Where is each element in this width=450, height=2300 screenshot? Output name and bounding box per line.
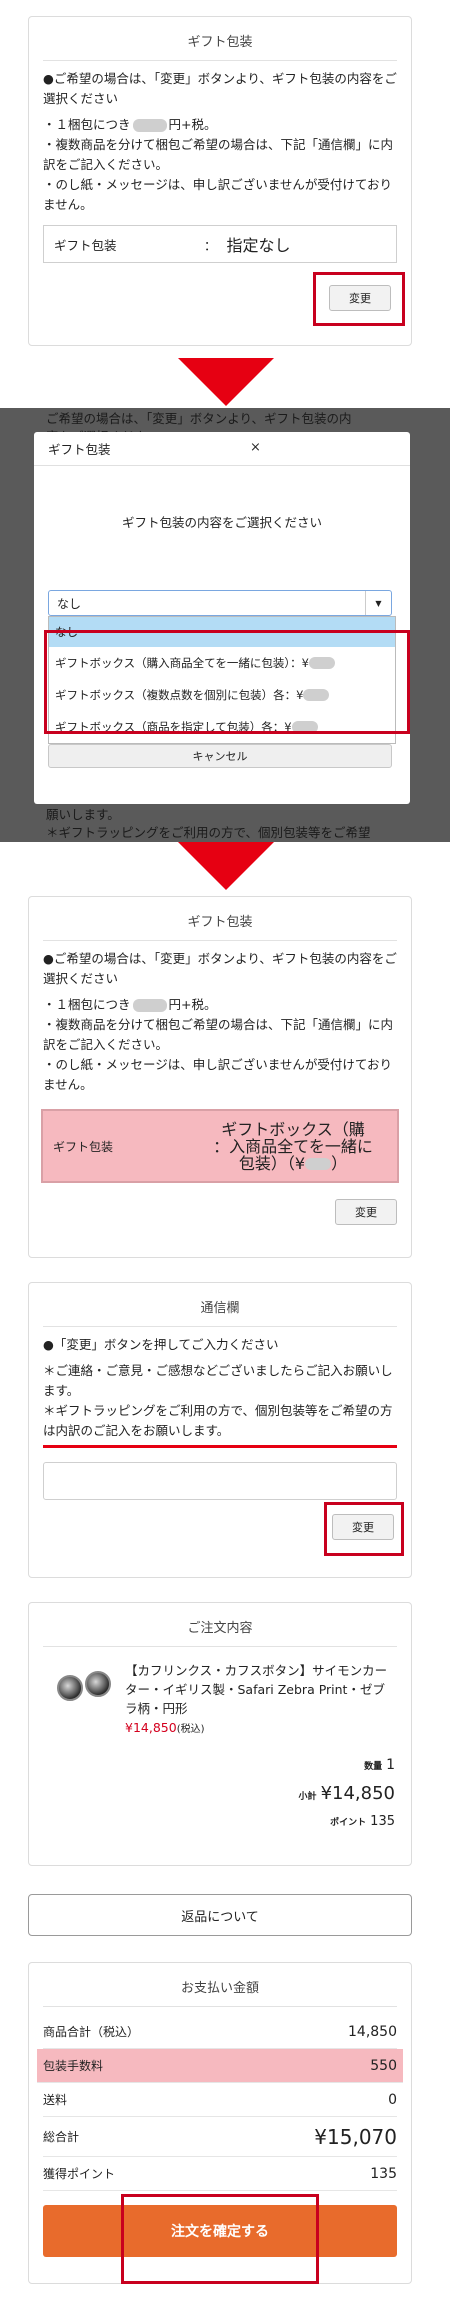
chevron-down-icon[interactable]: ▼ xyxy=(365,591,391,615)
redacted-price xyxy=(305,1158,332,1170)
row-label: 包装手数料 xyxy=(43,2059,104,2073)
highlight-frame-confirm xyxy=(121,2194,319,2284)
row-value: 0 xyxy=(388,2091,397,2108)
subtotal-line: 小計 ¥14,850 xyxy=(29,1783,411,1804)
comm-title: 通信欄 xyxy=(43,1283,397,1327)
product-row: 【カフリンクス・カフスボタン】サイモンカーター・イギリス製・Safari Zeb… xyxy=(29,1647,411,1739)
modal-title: ギフト包装 xyxy=(48,442,111,457)
highlight-frame-change-2 xyxy=(324,1502,404,1556)
redacted-price xyxy=(132,999,167,1012)
gift-wrap-title: ギフト包装 xyxy=(43,17,397,61)
down-arrow-icon xyxy=(178,358,274,406)
quantity-line: 数量 1 xyxy=(29,1757,411,1773)
modal-header: ギフト包装 × xyxy=(34,432,410,466)
gift-wrap-field-value: ギフトボックス（購 ：入商品全てを一緒に 包装）（¥ ） xyxy=(213,1121,373,1172)
note-price-prefix: ・１梱包につき xyxy=(43,117,131,132)
payment-title: お支払い金額 xyxy=(43,1963,397,2007)
row-label: 獲得ポイント xyxy=(43,2167,116,2181)
row-label: 商品合計（税込） xyxy=(43,2025,140,2039)
product-name[interactable]: 【カフリンクス・カフスボタン】サイモンカーター・イギリス製・Safari Zeb… xyxy=(125,1661,397,1718)
close-icon[interactable]: × xyxy=(250,440,261,455)
value-line-1: ギフトボックス（購 xyxy=(221,1119,365,1139)
row-value: 550 xyxy=(370,2057,397,2074)
cufflink-left xyxy=(57,1675,83,1701)
order-title: ご注文内容 xyxy=(43,1603,397,1647)
gift-wrap-note-price: ・１梱包につき 円+税。 ・複数商品を分けて梱包ご希望の場合は、下記「通信欄」に内… xyxy=(43,115,397,215)
value-line-3: 包装）（¥ ） xyxy=(213,1155,373,1172)
subtotal-value: ¥14,850 xyxy=(320,1783,395,1804)
comm-line-1: ＊ご連絡・ご意見・ご感想などございましたらご記入お願いします。 xyxy=(43,1363,393,1398)
price-value: ¥14,850 xyxy=(125,1720,177,1735)
gift-wrap-intro: ●ご希望の場合は、「変更」ボタンより、ギフト包装の内容をご選択ください xyxy=(43,951,397,986)
note-price-suffix: 円+税。 xyxy=(168,117,217,132)
gift-wrap-field-value: 指定なし xyxy=(226,236,291,255)
gift-wrap-field-label: ギフト包装 xyxy=(54,237,117,253)
note-price-prefix: ・１梱包につき xyxy=(43,997,131,1012)
gift-wrap-note-noshi: ・のし紙・メッセージは、申し訳ございませんが受付けておりません。 xyxy=(43,177,393,212)
gift-wrap-intro: ●ご希望の場合は、「変更」ボタンより、ギフト包装の内容をご選択ください xyxy=(43,71,397,106)
gift-wrap-description: ●ご希望の場合は、「変更」ボタンより、ギフト包装の内容をご選択ください ・１梱包… xyxy=(29,941,411,1095)
subtotal-label: 小計 xyxy=(298,1792,317,1802)
product-image[interactable] xyxy=(43,1661,125,1721)
highlight-frame-change-1 xyxy=(313,272,405,326)
value-line-3-end: ） xyxy=(331,1153,348,1173)
gift-wrap-change-button[interactable]: 変更 xyxy=(335,1199,397,1225)
background-text-1: ご希望の場合は、「変更」ボタンより、ギフト包装の内 xyxy=(46,411,352,426)
select-value: なし xyxy=(57,596,82,611)
row-label: 総合計 xyxy=(43,2130,80,2144)
comm-description: ●「変更」ボタンを押してご入力ください ＊ご連絡・ご意見・ご感想などございました… xyxy=(29,1327,411,1441)
price-tax-label: (税込) xyxy=(176,1724,205,1735)
row-value: 14,850 xyxy=(348,2023,397,2040)
highlight-frame-options xyxy=(44,630,410,734)
gift-wrap-field-highlighted: ギフト包装 ギフトボックス（購 ：入商品全てを一緒に 包装）（¥ ） xyxy=(41,1109,399,1183)
down-arrow-icon xyxy=(178,842,274,890)
gift-wrap-select[interactable]: なし ▼ xyxy=(48,590,392,616)
product-info: 【カフリンクス・カフスボタン】サイモンカーター・イギリス製・Safari Zeb… xyxy=(125,1661,397,1739)
payment-row-wrap-fee: 包装手数料 550 xyxy=(37,2049,403,2083)
comm-line-2: ＊ギフトラッピングをご利用の方で、個別包装等をご希望の方は内訳のご記入をお願いし… xyxy=(43,1403,393,1438)
modal-overlay: ご希望の場合は、「変更」ボタンより、ギフト包装の内 容をご選択ください 願いしま… xyxy=(0,408,450,842)
red-underline xyxy=(43,1445,397,1448)
gift-wrap-card-selected: ギフト包装 ●ご希望の場合は、「変更」ボタンより、ギフト包装の内容をご選択くださ… xyxy=(28,896,412,1258)
gift-wrap-note-price: ・１梱包につき 円+税。 ・複数商品を分けて梱包ご希望の場合は、下記「通信欄」に内… xyxy=(43,995,397,1095)
payment-row-points: 獲得ポイント 135 xyxy=(43,2157,397,2191)
modal-message: ギフト包装の内容をご選択ください xyxy=(121,515,322,530)
points-label: ポイント xyxy=(330,1818,367,1828)
value-line-2: ：入商品全てを一緒に xyxy=(213,1136,373,1156)
gift-wrap-note-split: ・複数商品を分けて梱包ご希望の場合は、下記「通信欄」に内訳をご記入ください。 xyxy=(43,137,394,172)
gift-wrap-title: ギフト包装 xyxy=(43,897,397,941)
modal-cancel-button[interactable]: キャンセル xyxy=(48,744,392,768)
returns-button[interactable]: 返品について xyxy=(28,1894,412,1936)
product-price: ¥14,850(税込) xyxy=(125,1718,397,1739)
gift-wrap-note-noshi: ・のし紙・メッセージは、申し訳ございませんが受付けておりません。 xyxy=(43,1057,393,1092)
points-line: ポイント 135 xyxy=(29,1814,411,1829)
gift-wrap-field-colon: ： xyxy=(204,237,217,253)
gift-wrap-modal: ギフト包装 × ギフト包装の内容をご選択ください なし ▼ なし ギフトボックス… xyxy=(34,432,410,804)
cufflink-right xyxy=(85,1671,111,1697)
row-label: 送料 xyxy=(43,2093,68,2107)
gift-wrap-note-split: ・複数商品を分けて梱包ご希望の場合は、下記「通信欄」に内訳をご記入ください。 xyxy=(43,1017,394,1052)
points-value: 135 xyxy=(370,1814,395,1829)
gift-wrap-description: ●ご希望の場合は、「変更」ボタンより、ギフト包装の内容をご選択ください ・１梱包… xyxy=(29,61,411,215)
payment-row-total: 総合計 ¥15,070 xyxy=(43,2117,397,2157)
redacted-price xyxy=(132,119,167,132)
background-text-3: 願いします。 xyxy=(46,807,120,822)
payment-row-subtotal: 商品合計（税込） 14,850 xyxy=(43,2015,397,2049)
row-value: ¥15,070 xyxy=(314,2124,397,2149)
gift-wrap-field-label: ギフト包装 xyxy=(53,1139,114,1154)
payment-row-shipping: 送料 0 xyxy=(43,2083,397,2117)
quantity-value: 1 xyxy=(386,1757,395,1773)
value-line-3-text: 包装）（¥ xyxy=(238,1153,306,1173)
note-price-suffix: 円+税。 xyxy=(168,997,217,1012)
row-value: 135 xyxy=(370,2165,397,2182)
quantity-label: 数量 xyxy=(364,1762,383,1772)
background-text-4: ＊ギフトラッピングをご利用の方で、個別包装等をご希望 xyxy=(46,825,371,840)
comm-intro: ●「変更」ボタンを押してご入力ください xyxy=(43,1337,279,1352)
order-card: ご注文内容 【カフリンクス・カフスボタン】サイモンカーター・イギリス製・Safa… xyxy=(28,1602,412,1866)
comm-textbox[interactable] xyxy=(43,1462,397,1500)
gift-wrap-field: ギフト包装 ： 指定なし xyxy=(43,225,397,263)
